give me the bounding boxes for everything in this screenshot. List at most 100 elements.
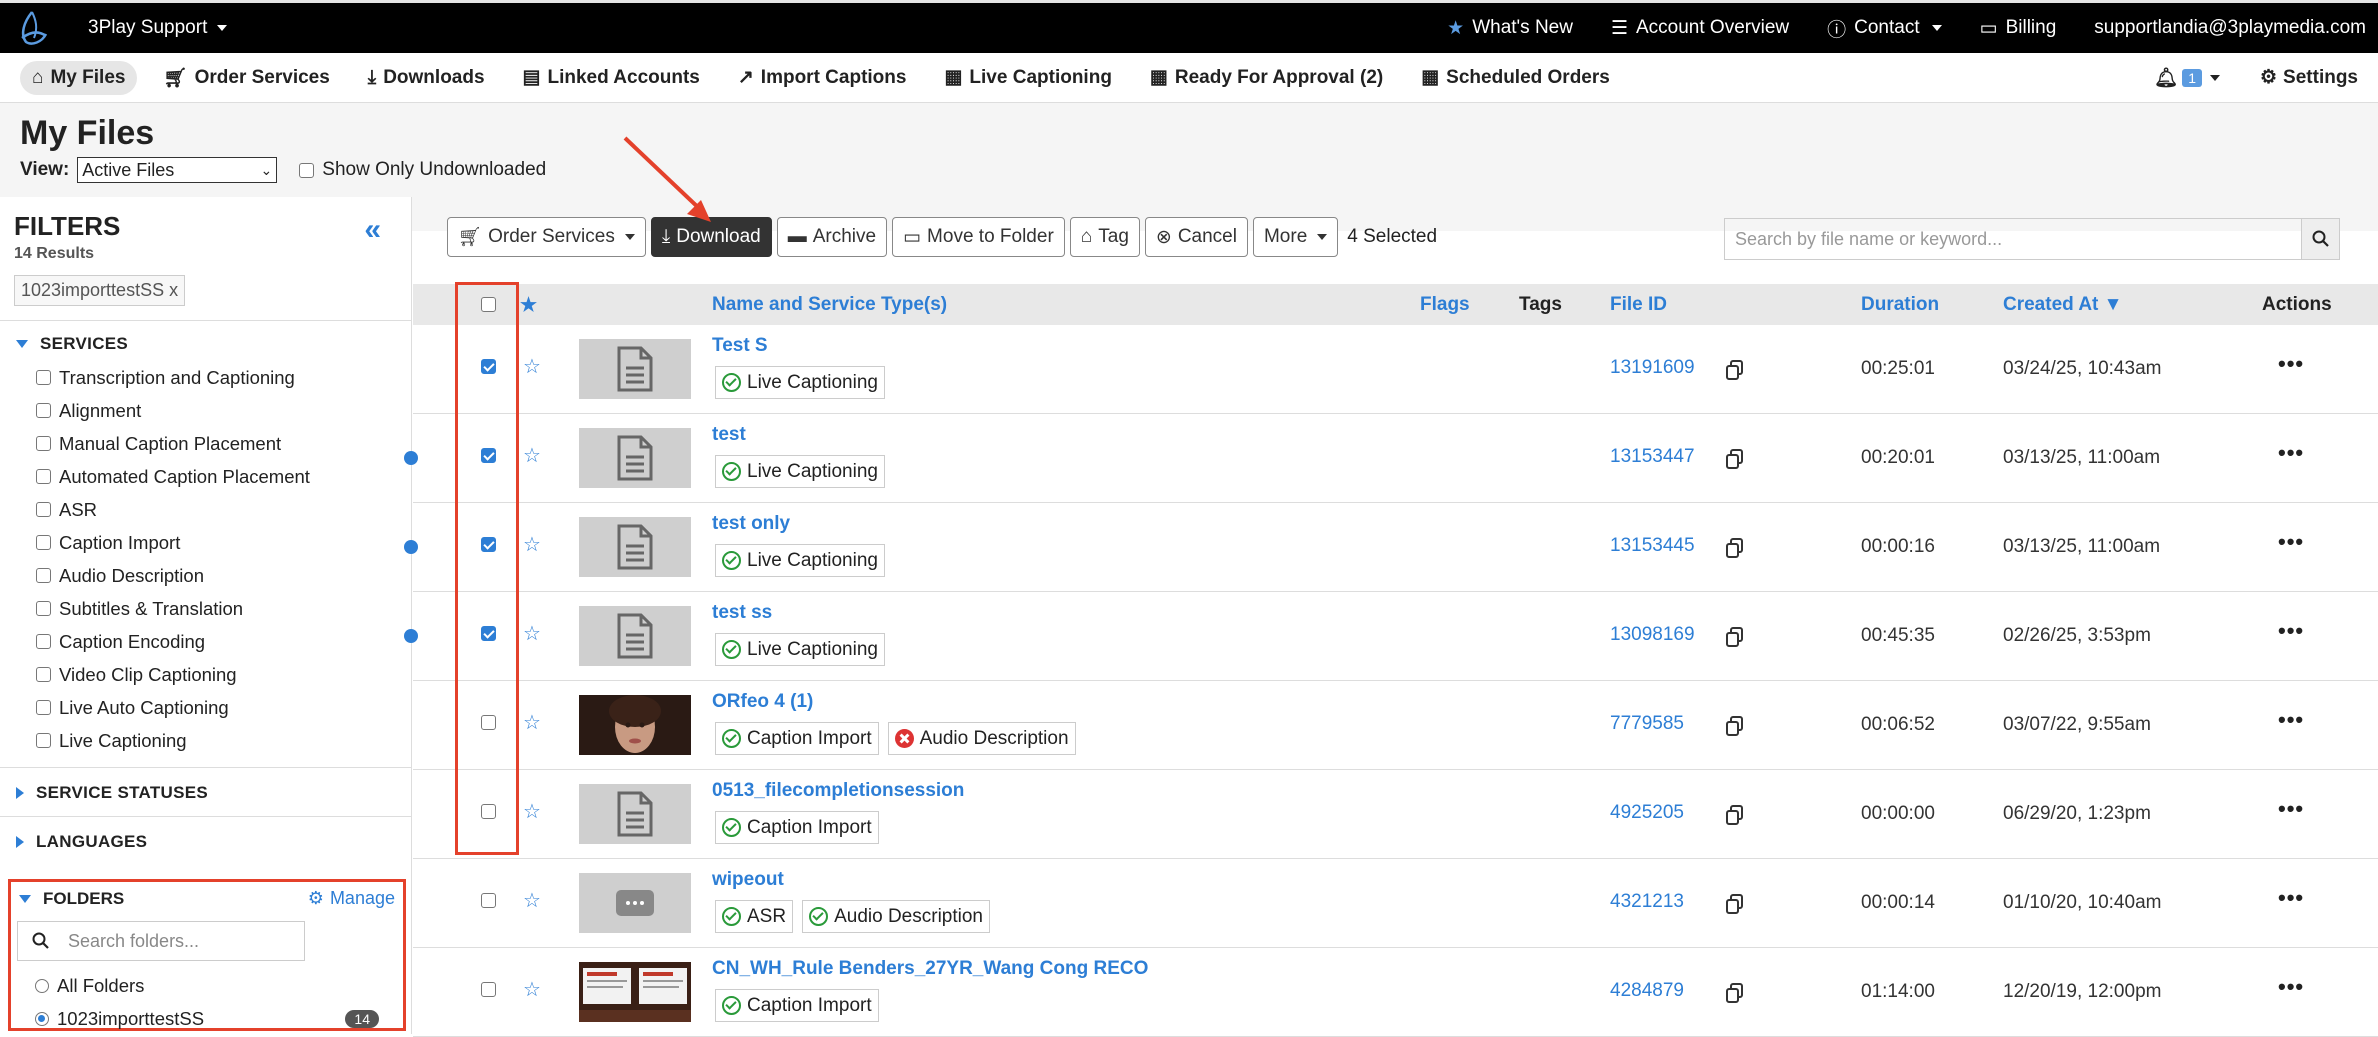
service-badge[interactable]: ASR xyxy=(715,900,794,933)
file-thumbnail[interactable] xyxy=(579,606,691,666)
service-badge[interactable]: Live Captioning xyxy=(715,366,885,399)
copy-icon[interactable] xyxy=(1725,537,1745,559)
file-id-link[interactable]: 13153447 xyxy=(1610,446,1695,468)
languages-section-toggle[interactable]: LANGUAGES xyxy=(0,821,411,863)
view-select[interactable]: Active Files ⌄ xyxy=(77,157,278,183)
file-row[interactable]: ☆ CN_WH_Rule Benders_27YR_Wang Cong RECO C… xyxy=(413,948,2378,1037)
service-filter-item[interactable]: Live Auto Captioning xyxy=(36,691,411,724)
file-thumbnail[interactable] xyxy=(579,695,691,755)
service-filter-checkbox[interactable] xyxy=(36,535,51,550)
service-badge[interactable]: Live Captioning xyxy=(715,455,885,488)
row-actions-menu-icon[interactable]: ••• xyxy=(2278,440,2304,466)
file-name-link[interactable]: test xyxy=(712,424,746,446)
cancel-button[interactable]: ⊗ Cancel xyxy=(1144,217,1248,257)
service-filter-item[interactable]: ASR xyxy=(36,493,411,526)
column-duration[interactable]: Duration xyxy=(1861,294,1939,316)
nav-live-captioning[interactable]: ▦ Live Captioning xyxy=(932,60,1123,95)
favorite-star-icon[interactable]: ☆ xyxy=(523,621,541,646)
nav-import-captions[interactable]: ↗ Import Captions xyxy=(726,60,919,95)
favorite-star-icon[interactable]: ☆ xyxy=(523,354,541,379)
nav-my-files[interactable]: ⌂ My Files xyxy=(20,60,138,95)
copy-icon[interactable] xyxy=(1725,448,1745,470)
copy-icon[interactable] xyxy=(1725,359,1745,381)
tag-button[interactable]: ⌂ Tag xyxy=(1069,217,1140,257)
service-filter-item[interactable]: Transcription and Captioning xyxy=(36,361,411,394)
file-thumbnail[interactable] xyxy=(579,873,691,933)
service-filter-item[interactable]: Subtitles & Translation xyxy=(36,592,411,625)
column-file-id[interactable]: File ID xyxy=(1610,294,1667,316)
file-row[interactable]: ☆ wipeout ASR Audio Description 4321213 00:00… xyxy=(413,859,2378,948)
service-badge[interactable]: Caption Import xyxy=(715,811,879,844)
file-name-link[interactable]: test only xyxy=(712,513,790,535)
service-filter-checkbox[interactable] xyxy=(36,403,51,418)
nav-order-services[interactable]: 🛒︎ Order Services xyxy=(151,60,341,96)
service-badge[interactable]: Caption Import xyxy=(715,989,879,1022)
file-row[interactable]: ☆ test Live Captioning 13153447 00:20:01 03/1… xyxy=(404,414,2378,503)
file-thumbnail[interactable] xyxy=(579,962,691,1022)
search-button[interactable] xyxy=(2301,219,2339,259)
column-name[interactable]: Name and Service Type(s) xyxy=(712,294,947,316)
service-statuses-section-toggle[interactable]: SERVICE STATUSES xyxy=(0,772,411,814)
service-badge[interactable]: Live Captioning xyxy=(715,544,885,577)
file-name-link[interactable]: test ss xyxy=(712,602,772,624)
service-filter-item[interactable]: Video Clip Captioning xyxy=(36,658,411,691)
file-search-input[interactable]: Search by file name or keyword... xyxy=(1725,219,2301,259)
service-filter-checkbox[interactable] xyxy=(36,634,51,649)
row-actions-menu-icon[interactable]: ••• xyxy=(2278,796,2304,822)
service-filter-checkbox[interactable] xyxy=(36,733,51,748)
settings-link[interactable]: ⚙ Settings xyxy=(2260,66,2358,89)
org-switcher[interactable]: 3Play Support xyxy=(88,17,228,39)
favorite-star-icon[interactable]: ☆ xyxy=(523,977,541,1002)
notifications-menu[interactable]: 🔔︎ 1 xyxy=(2154,66,2220,90)
caret-down-icon[interactable] xyxy=(19,894,31,903)
service-filter-checkbox[interactable] xyxy=(36,469,51,484)
service-filter-checkbox[interactable] xyxy=(36,502,51,517)
favorite-star-icon[interactable]: ☆ xyxy=(523,888,541,913)
copy-icon[interactable] xyxy=(1725,982,1745,1004)
show-undownloaded-checkbox[interactable] xyxy=(299,162,315,178)
row-actions-menu-icon[interactable]: ••• xyxy=(2278,351,2304,377)
favorite-star-icon[interactable]: ☆ xyxy=(523,799,541,824)
service-filter-checkbox[interactable] xyxy=(36,700,51,715)
file-name-link[interactable]: wipeout xyxy=(712,869,784,891)
service-filter-checkbox[interactable] xyxy=(36,436,51,451)
folder-option-all[interactable]: All Folders xyxy=(11,969,403,1002)
more-button[interactable]: More xyxy=(1252,217,1339,257)
archive-button[interactable]: ▬ Archive xyxy=(776,217,888,257)
row-select-checkbox[interactable] xyxy=(481,893,496,908)
file-id-link[interactable]: 13153445 xyxy=(1610,535,1695,557)
file-name-link[interactable]: Test S xyxy=(712,335,768,357)
favorite-column-star-icon[interactable]: ★ xyxy=(520,294,537,317)
3play-logo-icon[interactable] xyxy=(12,8,52,48)
service-badge[interactable]: Audio Description xyxy=(887,722,1076,755)
billing-link[interactable]: ▭ Billing xyxy=(1980,17,2057,40)
folder-search-input[interactable]: Search folders... xyxy=(17,921,305,961)
file-thumbnail[interactable] xyxy=(579,428,691,488)
row-actions-menu-icon[interactable]: ••• xyxy=(2278,974,2304,1000)
file-id-link[interactable]: 4284879 xyxy=(1610,980,1684,1002)
file-name-link[interactable]: ORfeo 4 (1) xyxy=(712,691,813,713)
file-thumbnail[interactable] xyxy=(579,339,691,399)
service-filter-checkbox[interactable] xyxy=(36,667,51,682)
service-filter-item[interactable]: Audio Description xyxy=(36,559,411,592)
service-filter-item[interactable]: Automated Caption Placement xyxy=(36,460,411,493)
file-row[interactable]: ☆ test ss Live Captioning 13098169 00:45:35 0… xyxy=(404,592,2378,681)
service-filter-item[interactable]: Live Captioning xyxy=(36,724,411,757)
service-filter-item[interactable]: Alignment xyxy=(36,394,411,427)
nav-ready-for-approval[interactable]: ▦ Ready For Approval (2) xyxy=(1138,60,1395,95)
file-row[interactable]: ☆ Test S Live Captioning 13191609 00:25:01 03… xyxy=(413,325,2378,414)
nav-scheduled-orders[interactable]: ▦ Scheduled Orders xyxy=(1409,60,1622,95)
favorite-star-icon[interactable]: ☆ xyxy=(523,532,541,557)
file-id-link[interactable]: 4321213 xyxy=(1610,891,1684,913)
file-id-link[interactable]: 13191609 xyxy=(1610,357,1695,379)
file-thumbnail[interactable] xyxy=(579,517,691,577)
column-created-at[interactable]: Created At ▼ xyxy=(2003,294,2122,316)
row-actions-menu-icon[interactable]: ••• xyxy=(2278,707,2304,733)
file-name-link[interactable]: CN_WH_Rule Benders_27YR_Wang Cong RECO xyxy=(712,958,1148,980)
service-filter-item[interactable]: Caption Import xyxy=(36,526,411,559)
file-id-link[interactable]: 13098169 xyxy=(1610,624,1695,646)
move-to-folder-button[interactable]: ▭ Move to Folder xyxy=(892,217,1065,257)
copy-icon[interactable] xyxy=(1725,626,1745,648)
row-select-checkbox[interactable] xyxy=(481,982,496,997)
folder-option-selected[interactable]: 1023importtestSS 14 xyxy=(11,1002,403,1035)
